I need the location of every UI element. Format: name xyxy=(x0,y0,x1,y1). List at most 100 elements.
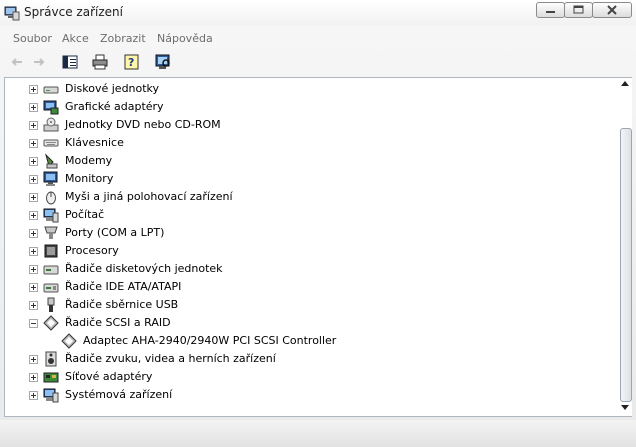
tree-category-item[interactable]: Jednotky DVD nebo CD-ROM xyxy=(5,116,605,134)
minimize-icon xyxy=(546,11,555,13)
tree-category-item[interactable]: Síťové adaptéry xyxy=(5,368,605,386)
expand-plus-icon[interactable] xyxy=(29,121,38,130)
expand-plus-icon[interactable] xyxy=(29,175,38,184)
tree-item-label: Řadiče sběrnice USB xyxy=(65,298,179,311)
tree-item-label: Procesory xyxy=(65,244,119,257)
maximize-button[interactable] xyxy=(564,2,593,18)
tree-item-label: Porty (COM a LPT) xyxy=(65,226,165,239)
expand-plus-icon[interactable] xyxy=(29,193,38,202)
tree-child-item[interactable]: Adaptec AHA-2940/2940W PCI SCSI Controll… xyxy=(5,332,605,350)
tree-category-item[interactable]: Řadiče disketových jednotek xyxy=(5,260,605,278)
expand-plus-icon[interactable] xyxy=(29,103,38,112)
tree-item-label: Systémová zařízení xyxy=(65,388,173,401)
expand-plus-icon[interactable] xyxy=(29,283,38,292)
ide-controller-icon xyxy=(43,283,59,293)
tree-category-item[interactable]: Klávesnice xyxy=(5,134,605,152)
tree-category-item[interactable]: Grafické adaptéry xyxy=(5,98,605,116)
tree-category-item[interactable]: Diskové jednotky xyxy=(5,80,605,98)
tree-item-label: Adaptec AHA-2940/2940W PCI SCSI Controll… xyxy=(83,334,337,347)
tree-category-item[interactable]: Modemy xyxy=(5,152,605,170)
usb-controller-icon xyxy=(47,297,55,312)
tree-category-item[interactable]: Řadiče sběrnice USB xyxy=(5,296,605,314)
modem-icon xyxy=(45,153,58,169)
tree-item-label: Řadiče SCSI a RAID xyxy=(65,316,171,329)
expand-plus-icon[interactable] xyxy=(29,139,38,148)
tree-item-label: Grafické adaptéry xyxy=(65,100,164,113)
mouse-icon xyxy=(46,191,56,205)
menu-bar: Soubor Akce Zobrazit Nápověda xyxy=(0,28,636,50)
menu-view[interactable]: Zobrazit xyxy=(100,32,146,45)
expand-plus-icon[interactable] xyxy=(29,229,38,238)
expand-plus-icon[interactable] xyxy=(29,301,38,310)
show-hide-console-tree-icon[interactable] xyxy=(62,54,78,70)
expand-plus-icon[interactable] xyxy=(29,211,38,220)
tree-item-label: Řadiče IDE ATA/ATAPI xyxy=(65,280,182,293)
scan-hardware-icon[interactable] xyxy=(155,54,171,70)
port-icon xyxy=(44,226,58,239)
tree-item-label: Jednotky DVD nebo CD-ROM xyxy=(65,118,221,131)
window-title: Správce zařízení xyxy=(24,5,123,19)
help-icon[interactable]: ? xyxy=(124,54,140,70)
processor-icon xyxy=(44,244,58,258)
tree-item-label: Diskové jednotky xyxy=(65,82,160,95)
tree-item-label: Řadiče zvuku, videa a herních zařízení xyxy=(65,352,276,365)
collapse-minus-icon[interactable] xyxy=(29,319,38,328)
expand-plus-icon[interactable] xyxy=(29,373,38,382)
scroll-up-arrow-icon[interactable] xyxy=(621,81,629,86)
dvd-drive-icon xyxy=(43,117,59,132)
tree-item-label: Klávesnice xyxy=(65,136,124,149)
scroll-down-arrow-icon[interactable] xyxy=(621,405,629,410)
tree-category-item[interactable]: Monitory xyxy=(5,170,605,188)
tree-category-item[interactable]: Myši a jiná polohovací zařízení xyxy=(5,188,605,206)
status-bar xyxy=(0,420,636,447)
expand-plus-icon[interactable] xyxy=(29,355,38,364)
print-icon[interactable] xyxy=(92,54,108,70)
monitor-icon xyxy=(43,171,58,186)
expand-plus-icon[interactable] xyxy=(29,85,38,94)
back-arrow-icon[interactable] xyxy=(9,54,25,70)
scsi-controller-icon xyxy=(43,315,59,331)
keyboard-icon xyxy=(43,139,59,147)
menu-action[interactable]: Akce xyxy=(62,32,89,45)
menu-help[interactable]: Nápověda xyxy=(157,32,213,45)
tree-item-label: Monitory xyxy=(65,172,114,185)
tree-item-label: Počítač xyxy=(65,208,105,221)
computer-icon xyxy=(43,208,59,223)
tree-item-label: Řadiče disketových jednotek xyxy=(65,262,223,275)
tree-category-item[interactable]: Systémová zařízení xyxy=(5,386,605,404)
tree-category-item[interactable]: Počítač xyxy=(5,206,605,224)
disk-drive-icon xyxy=(43,86,59,94)
minimize-button[interactable] xyxy=(536,2,565,18)
tree-item-label: Myši a jiná polohovací zařízení xyxy=(65,190,233,203)
menu-file[interactable]: Soubor xyxy=(13,32,52,45)
title-bar[interactable]: Správce zařízení xyxy=(0,0,636,26)
device-manager-icon xyxy=(4,6,20,21)
expand-plus-icon[interactable] xyxy=(29,157,38,166)
tree-category-item[interactable]: Řadiče zvuku, videa a herních zařízení xyxy=(5,350,605,368)
close-icon xyxy=(607,5,617,15)
tree-category-item[interactable]: Řadiče SCSI a RAID xyxy=(5,314,605,332)
system-device-icon xyxy=(43,388,59,403)
expand-plus-icon[interactable] xyxy=(29,247,38,256)
sound-device-icon xyxy=(45,351,57,367)
floppy-controller-icon xyxy=(43,265,59,275)
tree-category-item[interactable]: Řadiče IDE ATA/ATAPI xyxy=(5,278,605,296)
device-tree[interactable]: Diskové jednotky Grafické adaptéry Jednotk… xyxy=(4,77,632,417)
tree-item-label: Modemy xyxy=(65,154,113,167)
tree-item-label: Síťové adaptéry xyxy=(65,370,153,383)
display-adapter-icon xyxy=(43,100,59,115)
tree-category-item[interactable]: Porty (COM a LPT) xyxy=(5,224,605,242)
toolbar: ? xyxy=(0,50,636,76)
scsi-device-icon xyxy=(61,333,77,349)
expand-plus-icon[interactable] xyxy=(29,391,38,400)
tree-category-item[interactable]: Procesory xyxy=(5,242,605,260)
close-button[interactable] xyxy=(592,2,632,18)
maximize-icon xyxy=(573,5,584,14)
network-adapter-icon xyxy=(43,372,59,383)
vertical-scrollbar[interactable] xyxy=(620,78,632,416)
forward-arrow-icon[interactable] xyxy=(31,54,47,70)
svg-text:?: ? xyxy=(128,56,134,69)
scrollbar-thumb[interactable] xyxy=(620,128,632,402)
expand-plus-icon[interactable] xyxy=(29,265,38,274)
device-manager-window: Správce zařízení Soubor Akce Zobrazit Ná… xyxy=(0,0,636,447)
